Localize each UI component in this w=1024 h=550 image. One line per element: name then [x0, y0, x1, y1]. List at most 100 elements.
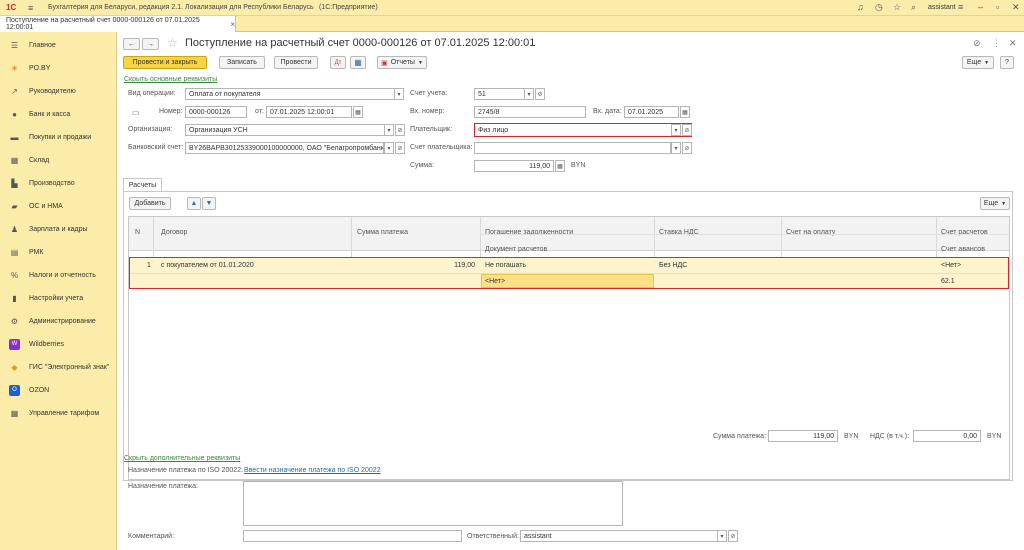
responsible-field[interactable]: assistant [520, 530, 718, 542]
number-field[interactable]: 0000-000126 [185, 106, 247, 118]
op-type-dropdown-icon[interactable]: ▾ [394, 88, 404, 100]
sidebar-item-tariff[interactable]: ▦ Управление тарифом [0, 403, 117, 423]
back-button[interactable]: ← [123, 38, 140, 50]
app-logo[interactable]: 1С [6, 3, 16, 12]
bank-field[interactable]: BY26BAPB30125339000100000000, ОАО "Белаг… [185, 142, 384, 154]
row-contract[interactable]: с покупателем от 01.01.2020 [161, 262, 254, 269]
org-dropdown-icon[interactable]: ▾ [384, 124, 394, 136]
sidebar-item-production[interactable]: ▙ Производство [0, 173, 117, 193]
post-button[interactable]: Провести [274, 56, 318, 69]
link-icon[interactable]: ⊘ [973, 38, 981, 49]
more-vert-icon[interactable]: ⋮ [992, 38, 1001, 49]
col-header-contract[interactable]: Договор [161, 229, 187, 236]
calculator-icon[interactable]: ▦ [555, 160, 565, 172]
move-down-button[interactable]: ▼ [202, 197, 216, 210]
sidebar-item-poby[interactable]: ✳ PO.BY [0, 58, 117, 78]
payer-acc-open-icon[interactable]: ⊘ [682, 142, 692, 154]
sidebar: ☰ Главное ✳ PO.BY ↗ Руководителю ● Банк и ка… [0, 32, 117, 550]
account-dropdown-icon[interactable]: ▾ [524, 88, 534, 100]
account-open-icon[interactable]: ⊘ [535, 88, 545, 100]
dt-kt-icon[interactable]: Дт [330, 56, 346, 69]
tab-document[interactable]: Поступление на расчетный счет 0000-00012… [0, 16, 236, 32]
tab-close-icon[interactable]: × [230, 20, 235, 29]
sidebar-item-wildberries[interactable]: W Wildberries [0, 334, 117, 354]
sum-field[interactable]: 119,00 [474, 160, 554, 172]
settings-menu-icon[interactable]: ≡ [958, 2, 963, 12]
history-icon[interactable]: ◷ [875, 2, 883, 13]
row-acc-adv[interactable]: 62.1 [941, 278, 955, 285]
search-icon[interactable]: ⌕ [911, 2, 916, 13]
purpose-textarea[interactable] [243, 481, 623, 526]
reports-button[interactable]: ▣ Отчеты ▼ [377, 56, 427, 69]
payer-dropdown-icon[interactable]: ▾ [671, 124, 681, 136]
structure-icon[interactable]: ▦ [350, 56, 366, 69]
bell-icon[interactable]: ♫ [857, 2, 864, 12]
sidebar-item-salary[interactable]: ♟ Зарплата и кадры [0, 219, 117, 239]
doc-cell-active[interactable] [481, 274, 654, 288]
comment-field[interactable] [243, 530, 462, 542]
col-header-amount[interactable]: Сумма платежа [357, 229, 408, 236]
iso-link[interactable]: Ввести назначение платежа по ISO 20022 [244, 467, 381, 474]
in-date-calendar-icon[interactable]: ▦ [680, 106, 690, 118]
sidebar-item-warehouse[interactable]: ▦ Склад [0, 150, 117, 170]
sidebar-item-admin[interactable]: ⚙ Администрирование [0, 311, 117, 331]
bank-open-icon[interactable]: ⊘ [395, 142, 405, 154]
restore-icon[interactable]: ▫ [996, 2, 999, 12]
date-field[interactable]: 07.01.2025 12:00:01 [266, 106, 352, 118]
close-form-icon[interactable]: ✕ [1009, 38, 1017, 49]
sidebar-item-assets[interactable]: ▰ ОС и НМА [0, 196, 117, 216]
total-vat-field: 0,00 [913, 430, 981, 442]
post-close-button[interactable]: Провести и закрыть [123, 56, 207, 69]
sidebar-item-purchases[interactable]: ▬ Покупки и продажи [0, 127, 117, 147]
op-type-field[interactable]: Оплата от покупателя [185, 88, 404, 100]
payer-field[interactable]: Физ лицо [474, 123, 692, 137]
row-vat[interactable]: Без НДС [659, 262, 687, 269]
row-debt[interactable]: Не погашать [485, 262, 526, 269]
sidebar-item-gis[interactable]: ◆ ГИС "Электронный знак" [0, 357, 117, 377]
row-doc[interactable]: <Нет> [485, 278, 505, 285]
col-header-doc[interactable]: Документ расчетов [485, 246, 547, 253]
in-number-field[interactable]: 2745/8 [474, 106, 586, 118]
move-up-button[interactable]: ▲ [187, 197, 201, 210]
truck-icon: ▰ [11, 201, 18, 211]
save-button[interactable]: Записать [219, 56, 265, 69]
minimize-icon[interactable]: – [978, 2, 983, 12]
bank-dropdown-icon[interactable]: ▾ [384, 142, 394, 154]
star-icon[interactable]: ☆ [893, 2, 901, 13]
row-amount[interactable]: 119,00 [353, 262, 475, 269]
in-date-label: Вх. дата: [593, 108, 622, 115]
account-field[interactable]: 51 [474, 88, 526, 100]
sidebar-item-rmk[interactable]: ▤ РМК [0, 242, 117, 262]
more-button[interactable]: Еще ▼ [962, 56, 994, 69]
org-field[interactable]: Организация УСН [185, 124, 394, 136]
user-name[interactable]: assistant [928, 4, 956, 11]
responsible-dropdown-icon[interactable]: ▾ [717, 530, 727, 542]
tab-payments[interactable]: Расчеты [123, 178, 162, 192]
col-header-n[interactable]: N [135, 229, 140, 236]
col-header-acc-adv[interactable]: Счет авансов [941, 246, 985, 253]
sidebar-item-ozon[interactable]: O OZON [0, 380, 117, 400]
in-date-field[interactable]: 07.01.2025 [624, 106, 679, 118]
row-acc-calc[interactable]: <Нет> [941, 262, 961, 269]
main-menu-icon[interactable]: ≡ [28, 3, 33, 13]
ozon-icon: O [9, 384, 20, 396]
hide-extra-link[interactable]: Скрыть дополнительные реквизиты [124, 455, 240, 462]
sidebar-item-bank[interactable]: ● Банк и касса [0, 104, 117, 124]
responsible-open-icon[interactable]: ⊘ [728, 530, 738, 542]
sidebar-item-glavnoe[interactable]: ☰ Главное [0, 35, 117, 55]
calendar-icon[interactable]: ▦ [353, 106, 363, 118]
add-row-button[interactable]: Добавить [129, 197, 171, 210]
payer-acc-field[interactable] [474, 142, 671, 154]
payer-open-icon[interactable]: ⊘ [682, 124, 692, 136]
payer-acc-dropdown-icon[interactable]: ▾ [671, 142, 681, 154]
org-open-icon[interactable]: ⊘ [395, 124, 405, 136]
close-icon[interactable]: ✕ [1012, 2, 1020, 13]
favorite-star-icon[interactable]: ☆ [167, 36, 178, 50]
hide-main-link[interactable]: Скрыть основные реквизиты [124, 76, 217, 83]
help-button[interactable]: ? [1000, 56, 1014, 69]
sidebar-item-taxes[interactable]: % Налоги и отчетность [0, 265, 117, 285]
forward-button[interactable]: → [142, 38, 159, 50]
sidebar-item-manager[interactable]: ↗ Руководителю [0, 81, 117, 101]
table-more-button[interactable]: Еще ▼ [980, 197, 1010, 210]
sidebar-item-settings[interactable]: ▮ Настройки учета [0, 288, 117, 308]
